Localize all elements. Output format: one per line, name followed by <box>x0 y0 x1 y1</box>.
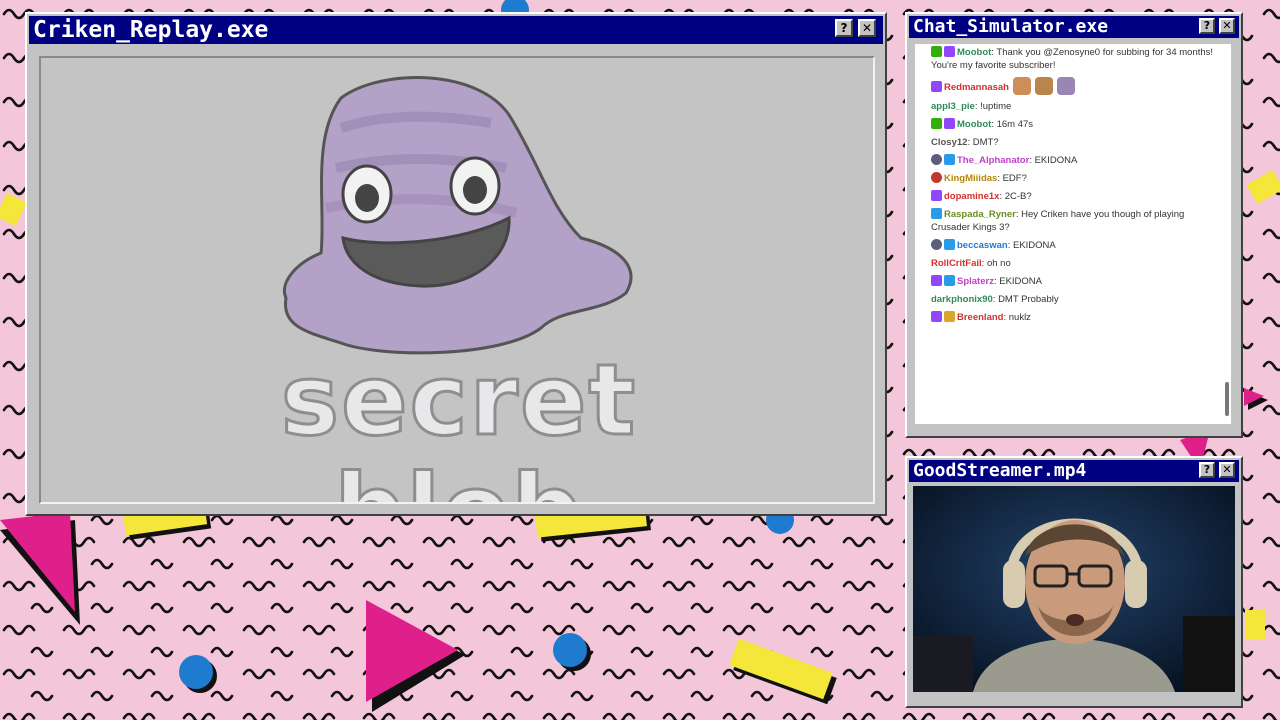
chat-message: Splaterz: EKIDONA <box>915 273 1221 291</box>
replay-close-button[interactable]: ✕ <box>858 19 876 37</box>
chat-message: appl3_pie: !uptime <box>915 98 1221 116</box>
sub-badge-icon[interactable] <box>944 118 955 129</box>
chat-text: 16m 47s <box>996 119 1034 130</box>
chat-close-button[interactable]: ✕ <box>1219 18 1235 34</box>
chat-message: The_Alphanator: EKIDONA <box>915 152 1221 170</box>
chat-username[interactable]: beccaswan <box>957 240 1008 251</box>
chat-text: DMT Probably <box>998 294 1059 305</box>
gift-badge-icon[interactable] <box>931 172 942 183</box>
sub-badge-icon[interactable] <box>931 190 942 201</box>
sub-badge-icon[interactable] <box>931 81 942 92</box>
streamer-video-frame <box>913 486 1235 692</box>
emote-icon[interactable] <box>1056 77 1075 95</box>
chat-username[interactable]: Breenland <box>957 312 1003 323</box>
replay-video-area[interactable]: secret blob <box>39 56 875 504</box>
emote-icon[interactable] <box>1034 77 1053 95</box>
chat-text: oh no <box>986 258 1011 269</box>
secret-blob-logo-text: secret blob <box>279 344 638 503</box>
webcam-close-button[interactable]: ✕ <box>1219 462 1235 478</box>
chat-text: DMT? <box>972 137 999 148</box>
chat-message: Moobot: Thank you @Zenosyne0 for subbing… <box>915 44 1221 75</box>
chat-message-list[interactable]: Zenosyne0: Criken is my favorite MilkyMo… <box>915 44 1231 424</box>
chat-window[interactable]: Chat_Simulator.exe ? ✕ Zenosyne0: Criken… <box>905 12 1243 438</box>
chat-message: RollCritFail: oh no <box>915 255 1221 273</box>
chat-text: EKIDONA <box>999 276 1043 287</box>
chat-username[interactable]: Splaterz <box>957 276 994 287</box>
chat-text: 2C-B? <box>1004 191 1032 202</box>
chat-text: !uptime <box>980 101 1012 112</box>
chat-text: EKIDONA <box>1012 240 1056 251</box>
mod-badge-icon[interactable] <box>931 46 942 57</box>
replay-window[interactable]: Criken_Replay.exe ? ✕ secret blob <box>25 12 887 516</box>
chat-scrollbar-thumb[interactable] <box>1225 382 1229 416</box>
replay-help-button[interactable]: ? <box>835 19 853 37</box>
chat-username[interactable]: dopamine1x <box>944 191 999 202</box>
webcam-titlebar[interactable]: GoodStreamer.mp4 ? ✕ <box>909 460 1239 482</box>
prime-badge-icon[interactable] <box>944 154 955 165</box>
replay-title: Criken_Replay.exe <box>33 17 269 43</box>
webcam-help-button[interactable]: ? <box>1199 462 1215 478</box>
chat-username[interactable]: Raspada_Ryner <box>944 209 1016 220</box>
bits-badge-icon[interactable] <box>944 311 955 322</box>
chat-message: beccaswan: EKIDONA <box>915 237 1221 255</box>
sub-badge-icon[interactable] <box>931 311 942 322</box>
prime-badge-icon[interactable] <box>944 275 955 286</box>
chat-username[interactable]: Moobot <box>957 119 991 130</box>
chat-message: Raspada_Ryner: Hey Criken have you thoug… <box>915 206 1221 237</box>
chat-message: Breenland: nuklz <box>915 309 1221 327</box>
chat-username[interactable]: RollCritFail <box>931 258 982 269</box>
chat-message: darkphonix90: DMT Probably <box>915 291 1221 309</box>
sub-badge-icon[interactable] <box>931 275 942 286</box>
chat-text: EDF? <box>1002 173 1027 184</box>
chat-message: Closy12: DMT? <box>915 134 1221 152</box>
webcam-video-area[interactable] <box>913 486 1235 692</box>
sub-badge-icon[interactable] <box>944 46 955 57</box>
webcam-window[interactable]: GoodStreamer.mp4 ? ✕ <box>905 456 1243 708</box>
chat-message: Redmannasah <box>915 75 1221 98</box>
emote-icon[interactable] <box>1012 77 1031 95</box>
chat-scrollbar[interactable] <box>1224 48 1229 418</box>
pal-badge-icon[interactable] <box>931 154 942 165</box>
chat-username[interactable]: Redmannasah <box>944 82 1009 93</box>
chat-username[interactable]: Moobot <box>957 47 991 58</box>
webcam-title: GoodStreamer.mp4 <box>913 460 1087 481</box>
chat-titlebar[interactable]: Chat_Simulator.exe ? ✕ <box>909 16 1239 38</box>
chat-username[interactable]: appl3_pie <box>931 101 975 112</box>
chat-username[interactable]: darkphonix90 <box>931 294 993 305</box>
chat-username[interactable]: The_Alphanator <box>957 155 1029 166</box>
chat-username[interactable]: KingMiiidas <box>944 173 997 184</box>
pal-badge-icon[interactable] <box>931 239 942 250</box>
chat-title: Chat_Simulator.exe <box>913 16 1109 37</box>
chat-help-button[interactable]: ? <box>1199 18 1215 34</box>
chat-message: dopamine1x: 2C-B? <box>915 188 1221 206</box>
mod-badge-icon[interactable] <box>931 118 942 129</box>
prime-badge-icon[interactable] <box>931 208 942 219</box>
chat-text: EKIDONA <box>1034 155 1078 166</box>
prime-badge-icon[interactable] <box>944 239 955 250</box>
chat-message: KingMiiidas: EDF? <box>915 170 1221 188</box>
chat-text: nuklz <box>1008 312 1031 323</box>
chat-username[interactable]: Closy12 <box>931 137 967 148</box>
replay-titlebar[interactable]: Criken_Replay.exe ? ✕ <box>29 16 883 44</box>
chat-message: Moobot: 16m 47s <box>915 116 1221 134</box>
